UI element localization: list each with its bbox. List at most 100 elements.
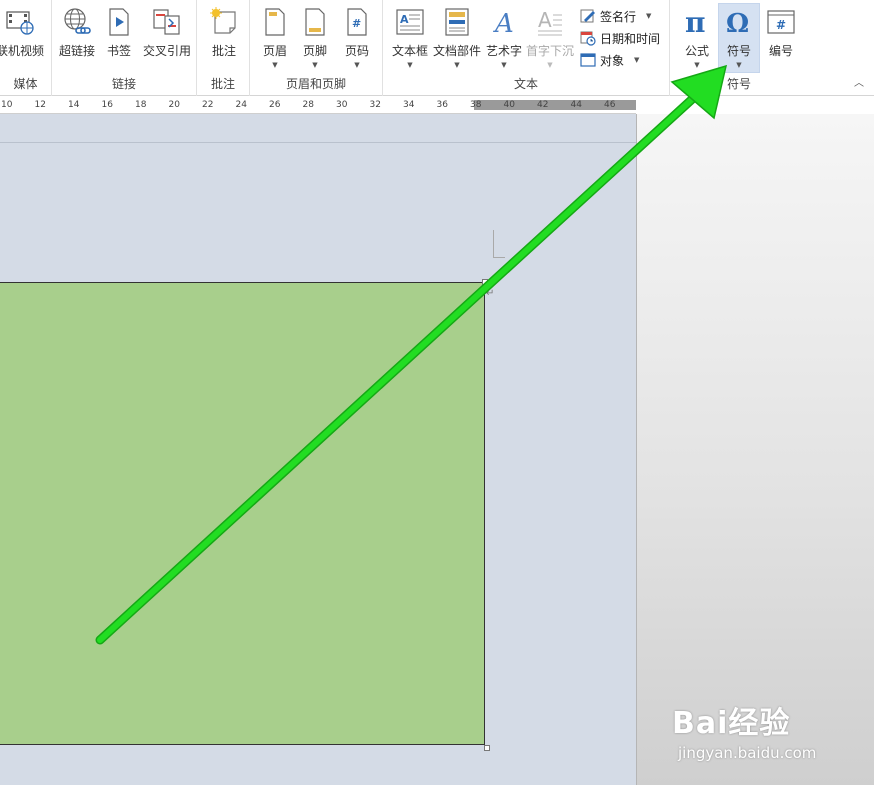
margin-corner-mark (493, 230, 505, 258)
signature-line-label: 签名行 (600, 9, 637, 24)
cross-reference-button[interactable]: 交叉引用 (140, 4, 194, 70)
horizontal-ruler[interactable]: 10 12 14 16 18 20 22 24 26 28 30 32 34 36 38 40 42 44 46 (0, 97, 636, 114)
footer-button[interactable]: 页脚 ▼ (298, 4, 332, 70)
wordart-icon: A (488, 6, 520, 38)
ruler-tick-label: 16 (101, 100, 113, 110)
ruler-tick-label: 38 (470, 100, 482, 110)
watermark-url: jingyan.baidu.com (678, 744, 817, 762)
media-group: 联机视频 媒体 (0, 0, 52, 96)
signature-line-button[interactable]: 签名行 ▼ (580, 6, 651, 26)
quick-parts-dropdown-icon: ▼ (454, 61, 460, 69)
ruler-tick-label: 30 (336, 100, 348, 110)
watermark-logo: Bai经验 (672, 706, 791, 741)
cross-reference-label: 交叉引用 (142, 44, 191, 58)
baidu-jingyan-watermark: Bai经验 jingyan.baidu.com (668, 690, 868, 770)
svg-text:Ω: Ω (726, 9, 749, 37)
new-comment-button[interactable]: 批注 (205, 4, 243, 70)
resize-handle-bottom-right[interactable] (484, 745, 490, 751)
ruler-tick-label: 36 (436, 100, 448, 110)
text-box-label: 文本框 (391, 44, 428, 58)
ruler-tick-label: 14 (68, 100, 80, 110)
ruler-tick-label: 20 (168, 100, 180, 110)
page-number-icon: # (341, 6, 373, 38)
page-number-label: 页码 (344, 44, 369, 58)
symbol-label: 符号 (726, 44, 751, 58)
header-label: 页眉 (262, 44, 287, 58)
header-footer-group-label: 页眉和页脚 (285, 77, 346, 91)
online-video-label: 联机视频 (0, 44, 44, 58)
hyperlink-button[interactable]: 超链接 (58, 4, 96, 70)
ruler-tick-label: 46 (604, 100, 616, 110)
ruler-tick-label: 40 (503, 100, 515, 110)
comments-group-label: 批注 (210, 77, 235, 91)
object-button[interactable]: 对象 ▼ (580, 50, 639, 70)
quick-parts-button[interactable]: 文档部件 ▼ (432, 4, 482, 70)
date-time-button[interactable]: 日期和时间 (580, 28, 660, 48)
ruler-tick-label: 42 (537, 100, 549, 110)
ruler-tick-label: 28 (302, 100, 314, 110)
ruler-tick-label: 34 (403, 100, 415, 110)
object-dropdown-icon: ▼ (634, 56, 640, 64)
symbol-dropdown-icon: ▼ (736, 61, 742, 69)
drop-cap-dropdown-icon: ▼ (547, 61, 553, 69)
date-time-label: 日期和时间 (600, 31, 661, 46)
ruler-tick-label: 44 (570, 100, 582, 110)
svg-text:π: π (685, 7, 706, 37)
page-number-button[interactable]: # 页码 ▼ (340, 4, 374, 70)
paragraph-mark-icon: ↵ (486, 288, 495, 299)
resize-handle-top-right[interactable] (482, 279, 488, 285)
ruler-tick-label: 18 (135, 100, 147, 110)
bookmark-label: 书签 (106, 44, 131, 58)
film-globe-icon (4, 6, 36, 38)
comment-note-icon (208, 6, 240, 38)
header-page-icon (259, 6, 291, 38)
quick-parts-icon (441, 6, 473, 38)
symbols-group-label: 符号 (726, 77, 751, 91)
workspace-gray-area (636, 114, 874, 785)
text-box-dropdown-icon: ▼ (407, 61, 413, 69)
drop-cap-button[interactable]: A 首字下沉 ▼ (524, 4, 576, 70)
quick-parts-label: 文档部件 (432, 44, 481, 58)
media-group-label: 媒体 (13, 77, 38, 91)
calendar-clock-icon (580, 31, 596, 46)
wordart-dropdown-icon: ▼ (501, 61, 507, 69)
ruler-tick-label: 10 (1, 100, 13, 110)
ruler-tick-label: 32 (369, 100, 381, 110)
number-button[interactable]: # 编号 (763, 4, 799, 70)
equation-label: 公式 (684, 44, 709, 58)
green-rectangle-shape[interactable] (0, 282, 485, 745)
bookmark-button[interactable]: 书签 (102, 4, 136, 70)
insert-ribbon: 联机视频 媒体 超链接 书签 交叉引用 链接 批注 批注 页眉 ▼ 页脚 ▼ #… (0, 0, 874, 96)
footer-page-icon (299, 6, 331, 38)
header-dropdown-icon: ▼ (272, 61, 278, 69)
symbols-group: π 公式 ▼ Ω 符号 ▼ # 编号 符号 (671, 0, 807, 96)
symbol-button[interactable]: Ω 符号 ▼ (718, 3, 760, 73)
text-box-button[interactable]: A 文本框 ▼ (388, 4, 432, 70)
comments-group: 批注 批注 (197, 0, 250, 96)
equation-button[interactable]: π 公式 ▼ (679, 4, 715, 70)
svg-text:A: A (493, 9, 514, 37)
object-window-icon (580, 53, 596, 67)
cross-reference-icon (151, 6, 183, 38)
svg-text:A: A (538, 8, 552, 32)
collapse-ribbon-icon[interactable]: ︿ (854, 74, 864, 89)
links-group: 超链接 书签 交叉引用 链接 (52, 0, 197, 96)
page-top-edge (0, 142, 636, 143)
omega-icon: Ω (723, 6, 755, 38)
wordart-button[interactable]: A 艺术字 ▼ (484, 4, 524, 70)
hyperlink-label: 超链接 (58, 44, 95, 58)
online-video-button[interactable]: 联机视频 (0, 4, 48, 70)
number-hash-icon: # (765, 6, 797, 38)
object-label: 对象 (600, 53, 625, 68)
drop-cap-icon: A (534, 6, 566, 38)
header-button[interactable]: 页眉 ▼ (258, 4, 292, 70)
svg-text:#: # (352, 17, 361, 30)
ruler-tick-label: 24 (235, 100, 247, 110)
ruler-blank-area (636, 97, 874, 114)
text-group-label: 文本 (513, 77, 538, 91)
footer-dropdown-icon: ▼ (312, 61, 318, 69)
page-number-dropdown-icon: ▼ (354, 61, 360, 69)
links-group-label: 链接 (111, 77, 136, 91)
ruler-tick-label: 22 (202, 100, 214, 110)
comment-label: 批注 (211, 44, 236, 58)
